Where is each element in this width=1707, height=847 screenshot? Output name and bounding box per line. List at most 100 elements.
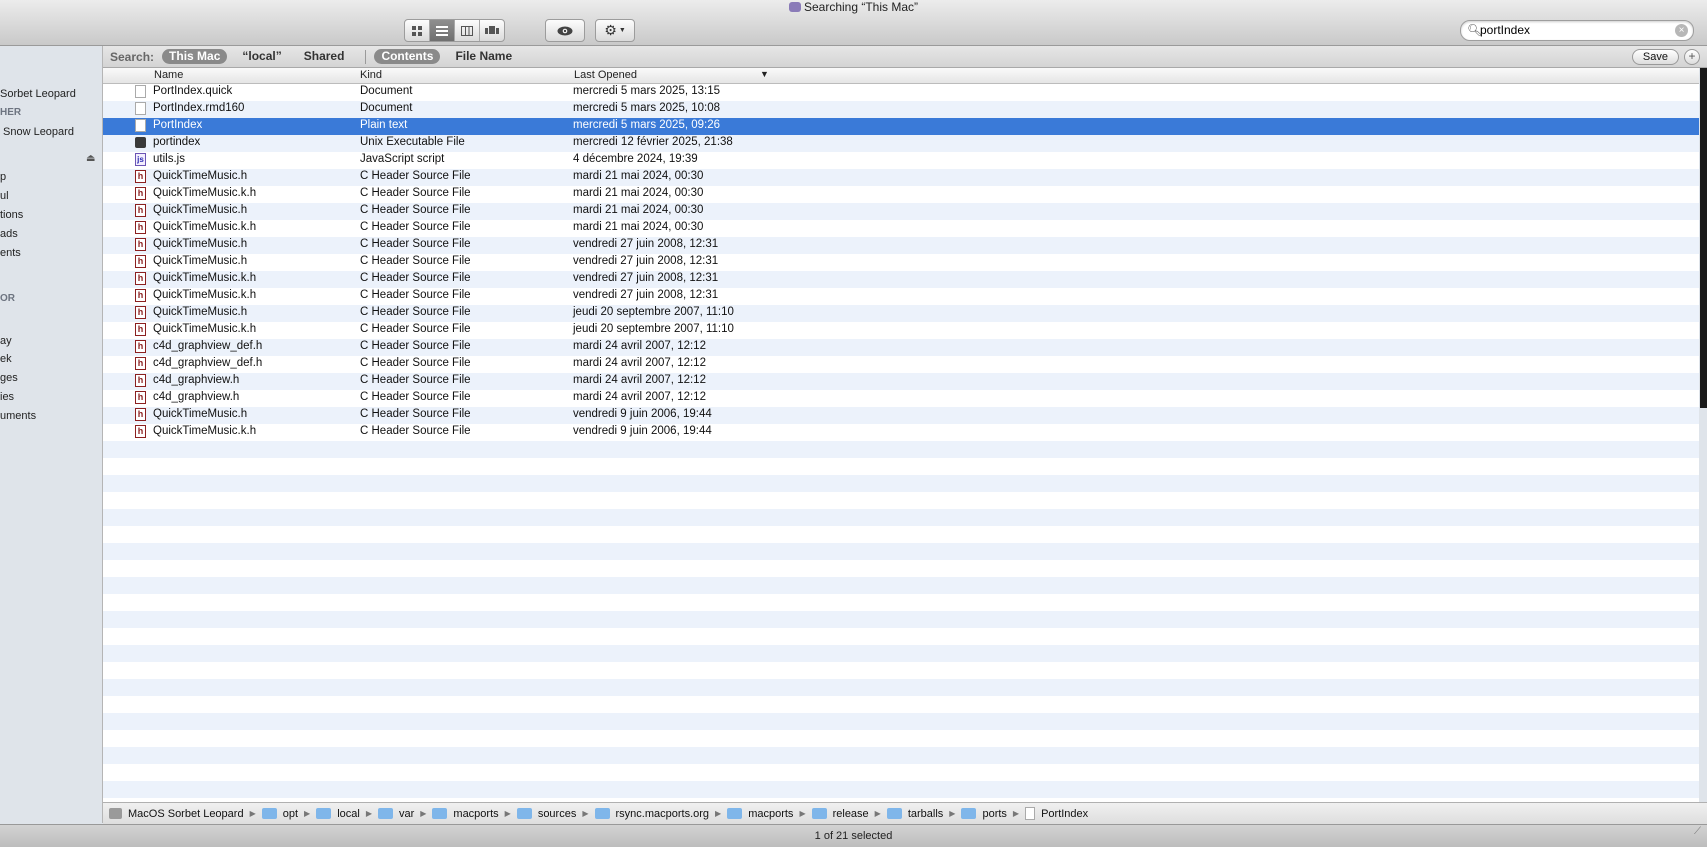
scope-local[interactable]: “local” [235,49,288,64]
path-segment[interactable]: var ▶ [377,808,426,820]
file-row[interactable]: h QuickTimeMusic.h C Header Source File ven… [103,237,1699,254]
folder-icon [727,808,743,819]
path-separator-icon: ▶ [949,809,956,818]
path-separator-icon: ▶ [1012,809,1020,818]
vertical-scrollbar[interactable] [1700,68,1707,408]
file-row[interactable]: h c4d_graphview_def.h C Header Source File… [103,356,1699,373]
file-row[interactable]: h QuickTimeMusic.k.h C Header Source File m… [103,186,1699,203]
sidebar-item-all-images[interactable]: ges [0,372,18,384]
path-segment[interactable]: opt ▶ [261,808,310,820]
path-segment[interactable]: rsync.macports.org ▶ [594,808,721,820]
list-view-button[interactable] [430,20,455,41]
clear-search-icon[interactable]: × [1675,24,1688,37]
file-row[interactable]: h QuickTimeMusic.k.h C Header Source File v… [103,424,1699,441]
scope-this-mac[interactable]: This Mac [162,49,228,64]
sidebar-item-documents[interactable]: ents [0,247,21,259]
search-input[interactable] [1480,22,1670,38]
file-row[interactable]: h QuickTimeMusic.h C Header Source File mar… [103,169,1699,186]
scope-contents[interactable]: Contents [374,49,441,64]
coverflow-view-button[interactable] [480,20,504,41]
file-row[interactable]: h QuickTimeMusic.k.h C Header Source File v… [103,271,1699,288]
eject-icon[interactable]: ⏏ [86,153,95,164]
file-row[interactable]: h QuickTimeMusic.h C Header Source File ven… [103,254,1699,271]
sidebar-item-today[interactable]: ay [0,335,12,347]
action-menu-button[interactable]: ⚙ ▼ [595,19,635,42]
sidebar-item-home[interactable]: ul [0,190,9,202]
view-mode-segmented-control [404,19,505,42]
file-last-opened: vendredi 27 juin 2008, 12:31 [573,289,719,301]
path-segment[interactable]: MacOS Sorbet Leopard ▶ [109,808,256,820]
column-name-header[interactable]: Name [154,69,183,81]
add-criteria-button[interactable]: + [1684,49,1700,65]
path-segment[interactable]: sources ▶ [516,808,589,820]
save-search-button[interactable]: Save [1631,49,1679,65]
file-row[interactable]: h QuickTimeMusic.k.h C Header Source File j… [103,322,1699,339]
file-row[interactable]: h QuickTimeMusic.h C Header Source File mar… [103,203,1699,220]
file-kind: C Header Source File [360,408,471,420]
path-segment-label: MacOS Sorbet Leopard [128,807,244,820]
file-kind: C Header Source File [360,255,471,267]
file-row[interactable]: h QuickTimeMusic.k.h C Header Source File v… [103,288,1699,305]
path-segment[interactable]: ports ▶ [961,808,1019,820]
path-segment[interactable]: macports ▶ [432,808,511,820]
file-row[interactable]: js utils.js JavaScript script 4 décembre 20… [103,152,1699,169]
path-segment[interactable]: tarballs ▶ [886,808,956,820]
sidebar-item-all-documents[interactable]: uments [0,410,36,422]
file-name: c4d_graphview.h [153,374,240,386]
path-segment[interactable]: local ▶ [316,808,372,820]
scope-file-name[interactable]: File Name [448,49,519,64]
resize-grip-icon[interactable]: ⟋ [1694,821,1701,843]
folder-icon [316,808,332,819]
file-row[interactable]: PortIndex Plain text mercredi 5 mars 2025,… [103,118,1699,135]
file-name: c4d_graphview.h [153,391,240,403]
file-row[interactable]: h c4d_graphview_def.h C Header Source File… [103,339,1699,356]
path-separator-icon: ▶ [874,809,881,818]
path-segment[interactable]: macports ▶ [727,808,806,820]
file-last-opened: jeudi 20 septembre 2007, 11:10 [573,323,734,335]
file-last-opened: vendredi 9 juin 2006, 19:44 [573,425,712,437]
document-icon [135,102,146,115]
file-name: QuickTimeMusic.k.h [153,272,257,284]
chevron-down-icon: ▼ [618,27,626,34]
c-header-file-icon: h [135,323,146,336]
selection-count: 1 of 21 selected [814,830,893,842]
column-last-opened-header[interactable]: Last Opened [574,69,637,81]
quick-look-button[interactable] [545,19,585,42]
file-row[interactable]: h c4d_graphview.h C Header Source File mard… [103,373,1699,390]
file-row[interactable]: PortIndex.quick Document mercredi 5 mars 2… [103,84,1699,101]
column-kind-header[interactable]: Kind [360,69,382,81]
scope-shared[interactable]: Shared [297,49,352,64]
sidebar-item-all-movies[interactable]: ies [0,391,14,403]
file-name: QuickTimeMusic.k.h [153,221,257,233]
file-kind: C Header Source File [360,238,471,250]
folder-icon [811,808,827,819]
file-name: c4d_graphview_def.h [153,357,263,369]
icon-view-button[interactable] [405,20,430,41]
file-last-opened: mercredi 5 mars 2025, 09:26 [573,119,721,131]
file-row[interactable]: portindex Unix Executable File mercredi 12… [103,135,1699,152]
sidebar-item-downloads[interactable]: ads [0,228,18,240]
sidebar-item-past-week[interactable]: ek [0,353,12,365]
sidebar-item-desktop[interactable]: p [0,171,6,183]
file-row[interactable]: PortIndex.rmd160 Document mercredi 5 mars … [103,101,1699,118]
path-segment[interactable]: release ▶ [811,808,881,820]
file-kind: C Header Source File [360,391,471,403]
file-row[interactable]: h QuickTimeMusic.k.h C Header Source File m… [103,220,1699,237]
sidebar-item-sorbet-leopard[interactable]: Sorbet Leopard [0,88,76,100]
sidebar-item-snow-leopard[interactable]: Snow Leopard [3,126,74,138]
file-row[interactable]: h QuickTimeMusic.h C Header Source File ven… [103,407,1699,424]
folder-icon [886,808,902,819]
file-name: PortIndex [153,119,203,131]
sidebar-item-applications[interactable]: tions [0,209,23,221]
file-row[interactable]: h QuickTimeMusic.h C Header Source File jeu… [103,305,1699,322]
c-header-file-icon: h [135,170,146,183]
icon-view-icon [412,25,422,36]
file-row[interactable]: h c4d_graphview.h C Header Source File mard… [103,390,1699,407]
file-name: PortIndex.quick [153,85,233,97]
column-view-button[interactable] [455,20,480,41]
list-view-icon [436,25,448,36]
path-separator-icon: ▶ [799,809,806,818]
search-field[interactable]: 🔍︎ × [1460,20,1694,41]
path-segment[interactable]: PortIndex [1025,807,1088,820]
file-kind: Document [360,85,413,97]
